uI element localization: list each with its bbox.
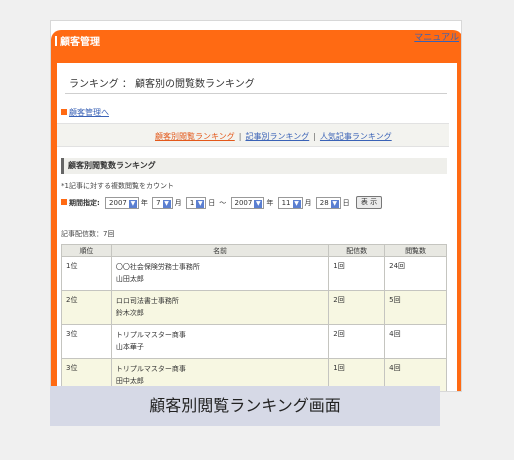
chevron-down-icon: ▼ xyxy=(330,199,339,208)
unit-year: 年 xyxy=(266,198,274,207)
app-title: 顧客管理 xyxy=(55,33,100,48)
app-screenshot: 顧客管理 マニュアル ランキング ： 顧客別の閲覧数ランキング 顧客管理へ 顧客… xyxy=(50,20,462,392)
divider xyxy=(65,93,447,94)
from-year-value: 2007 xyxy=(109,198,127,207)
delivery-count: 記事配信数：7回 xyxy=(61,230,115,238)
caption-box: 顧客別閲覧ランキング画面 xyxy=(50,386,440,426)
count-note: *1記事に対する複数閲覧をカウント xyxy=(61,182,174,190)
to-month-select[interactable]: 11 ▼ xyxy=(277,196,303,209)
bullet-icon xyxy=(61,109,67,115)
bullet-icon xyxy=(405,33,413,40)
period-filter: 期間指定: 2007 ▼ 年 7 ▼ 月 1 ▼ 日～ 2007 ▼ 年 11 ▼ 月 28 ▼ 日 表… xyxy=(61,196,383,212)
column-header-views: 閲覧数 xyxy=(384,244,447,257)
table-header-row: 順位 名前 配信数 閲覧数 xyxy=(61,244,447,257)
table-row: 1位 〇〇社会保険労務士事務所 山田太郎 1回 24回 xyxy=(61,256,447,291)
from-month-select[interactable]: 7 ▼ xyxy=(152,196,173,209)
org-name: トリプルマスター商事 xyxy=(115,331,186,339)
bullet-icon xyxy=(61,198,67,205)
subnav-separator: | xyxy=(313,132,316,141)
back-link-label: 顧客管理へ xyxy=(69,108,109,117)
from-month-value: 7 xyxy=(156,198,161,207)
rank-cell: 2位 xyxy=(61,290,112,325)
name-cell: トリプルマスター商事 山本華子 xyxy=(110,324,330,359)
tab-article-ranking[interactable]: 記事別ランキング xyxy=(245,132,309,141)
unit-day: 日 xyxy=(208,198,216,207)
subnav-separator: | xyxy=(238,132,242,141)
header-tab xyxy=(51,30,461,54)
main-content: ランキング ： 顧客別の閲覧数ランキング 顧客管理へ 顧客別閲覧ランキング | 記事… xyxy=(57,63,457,391)
period-label: 期間指定: xyxy=(69,198,100,207)
column-header-rank: 順位 xyxy=(61,244,112,257)
to-year-value: 2007 xyxy=(234,198,253,207)
from-day-value: 1 xyxy=(189,198,195,207)
range-tilde: ～ xyxy=(219,198,227,207)
chevron-down-icon: ▼ xyxy=(292,199,301,208)
rank-cell: 1位 xyxy=(61,256,112,291)
name-cell: 〇〇社会保険労務士事務所 山田太郎 xyxy=(110,256,330,291)
chevron-down-icon: ▼ xyxy=(128,199,137,208)
from-day-select[interactable]: 1 ▼ xyxy=(185,196,207,209)
tab-customer-ranking[interactable]: 顧客別閲覧ランキング xyxy=(155,132,235,141)
unit-month: 月 xyxy=(174,198,182,207)
name-cell: ロロ司法書士事務所 鈴木次郎 xyxy=(110,290,330,325)
person-name: 山田太郎 xyxy=(115,275,144,283)
manual-link[interactable]: マニュアル xyxy=(405,30,459,43)
views-cell: 24回 xyxy=(384,256,447,291)
ranking-table: 順位 名前 配信数 閲覧数 1位 〇〇社会保険労務士事務所 山田太郎 1回 24回… xyxy=(61,244,447,391)
org-name: トリプルマスター商事 xyxy=(115,365,186,373)
chevron-down-icon: ▼ xyxy=(162,199,171,208)
unit-month: 月 xyxy=(304,198,312,207)
org-name: ロロ司法書士事務所 xyxy=(115,297,179,305)
unit-day: 日 xyxy=(342,198,350,207)
column-header-name: 名前 xyxy=(110,244,330,257)
to-year-select[interactable]: 2007 ▼ xyxy=(230,196,265,209)
views-cell: 5回 xyxy=(384,290,447,325)
screen-caption: 顧客別閲覧ランキング画面 xyxy=(149,396,341,415)
rank-cell: 3位 xyxy=(61,324,112,359)
show-button[interactable]: 表 示 xyxy=(355,196,383,209)
to-day-value: 28 xyxy=(319,198,329,207)
chevron-down-icon: ▼ xyxy=(254,199,263,208)
org-name: 〇〇社会保険労務士事務所 xyxy=(115,263,200,271)
sent-cell: 2回 xyxy=(328,324,386,359)
manual-link-label: マニュアル xyxy=(414,33,459,43)
tab-popular-ranking[interactable]: 人気記事ランキング xyxy=(320,132,392,141)
chevron-down-icon: ▼ xyxy=(196,199,205,208)
person-name: 鈴木次郎 xyxy=(115,309,144,317)
unit-year: 年 xyxy=(140,198,148,207)
table-row: 2位 ロロ司法書士事務所 鈴木次郎 2回 5回 xyxy=(61,290,447,325)
ranking-subnav: 顧客別閲覧ランキング | 記事別ランキング | 人気記事ランキング xyxy=(155,131,392,142)
sent-cell: 2回 xyxy=(328,290,386,325)
to-month-value: 11 xyxy=(281,198,291,207)
person-name: 山本華子 xyxy=(115,343,144,351)
column-header-sent: 配信数 xyxy=(328,244,386,257)
from-year-select[interactable]: 2007 ▼ xyxy=(105,196,139,209)
section-title: 顧客別閲覧数ランキング xyxy=(61,158,447,174)
sent-cell: 1回 xyxy=(328,256,386,291)
back-to-customers-link[interactable]: 顧客管理へ xyxy=(61,107,109,118)
views-cell: 4回 xyxy=(384,324,447,359)
to-day-select[interactable]: 28 ▼ xyxy=(315,196,341,209)
table-row: 3位 トリプルマスター商事 山本華子 2回 4回 xyxy=(61,324,447,359)
page-title: ランキング ： 顧客別の閲覧数ランキング xyxy=(69,79,255,90)
